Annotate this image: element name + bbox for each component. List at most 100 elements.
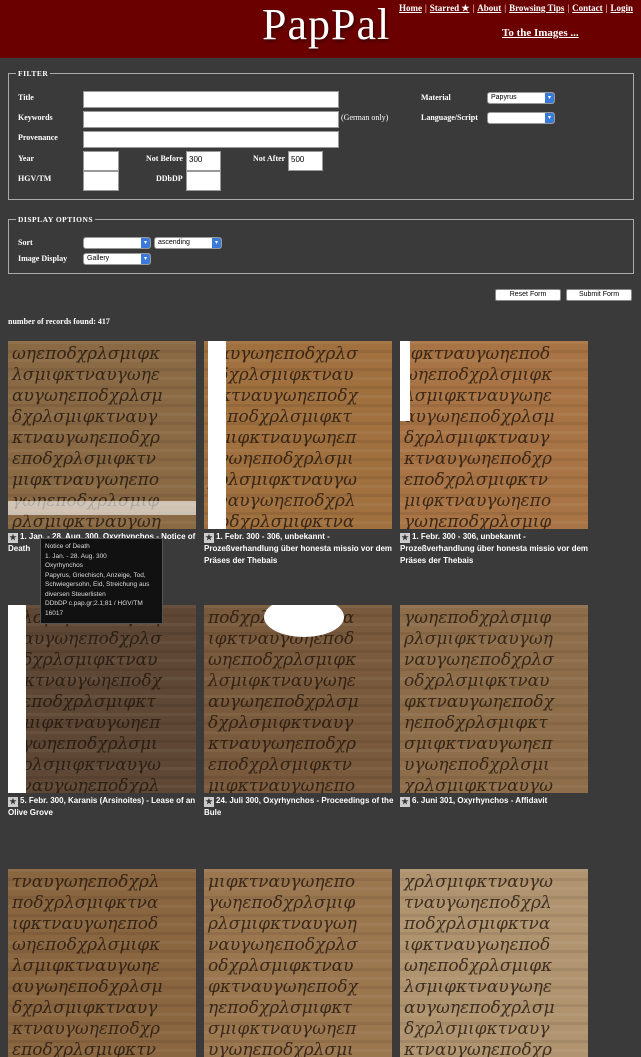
image-display-label: Image Display (18, 254, 68, 263)
not-after-input[interactable]: 500 (288, 151, 323, 171)
title-label: Title (18, 93, 34, 102)
svg-text:οδχρλσμιφκτναυ: οδχρλσμιφκτναυ (404, 671, 549, 691)
material-label: Material (421, 93, 451, 102)
display-options-legend: Display options (18, 215, 94, 224)
svg-text:φκτναυγωηεποδχ: φκτναυγωηεποδχ (404, 692, 556, 712)
svg-text:φκτναυγωηεποδχ: φκτναυγωηεποδχ (208, 386, 360, 406)
svg-text:ναυγωηεποδχρλσ: ναυγωηεποδχρλσ (208, 344, 358, 364)
svg-text:χρλσμιφκτναυγω: χρλσμιφκτναυγω (403, 776, 553, 793)
svg-text:δχρλσμιφκτναυγ: δχρλσμιφκτναυγ (12, 407, 158, 427)
papyrus-thumbnail[interactable]: τναυγωηεποδχρλ ποδχρλσμιφκτνα ιφκτναυγωηεπ… (8, 869, 196, 1057)
papyrus-thumbnail[interactable]: γωηεποδχρλσμιφ ρλσμιφκτναυγωη ναυγωηεποδχρ… (400, 605, 588, 793)
year-input[interactable] (83, 151, 119, 171)
result-caption-text: 5. Febr. 300, Karanis (Arsinoites) - Lea… (8, 796, 196, 817)
site-header: PapPal Home | Starred ★ | About | Browsing Tip… (0, 0, 641, 58)
papyrus-thumbnail[interactable]: ιφκτναυγωηεποδ ωηεποδχρλσμιφκ λσμιφκτναυγω… (400, 341, 588, 529)
keywords-note: (German only) (341, 113, 389, 122)
result-caption[interactable]: ★ 1. Febr. 300 - 306, unbekannt - Prozeßv… (400, 531, 596, 567)
svg-text:υγωηεποδχρλσμι: υγωηεποδχρλσμι (12, 734, 158, 754)
result-caption[interactable]: ★ 1. Febr. 300 - 306, unbekannt - Prozeßv… (204, 531, 400, 567)
record-tooltip: Notice of Death 1. Jan. - 28. Aug. 300 O… (40, 538, 163, 624)
papyrus-thumbnail[interactable]: ρλσμιφκτναυγωηναυγωηεποδχρλσοδχρλσμιφκτν… (8, 605, 196, 793)
papyrus-thumbnail[interactable]: ποδχρλσμιφκτναιφκτναυγωηεποδωηεποδχρλσμι… (204, 605, 392, 793)
svg-text:ηεποδχρλσμιφκτ: ηεποδχρλσμιφκτ (208, 998, 352, 1018)
star-icon[interactable]: ★ (8, 797, 18, 807)
submit-form-button[interactable]: Submit Form (566, 289, 632, 301)
not-before-label: Not Before (146, 154, 183, 163)
svg-text:μιφκτναυγωηεπο: μιφκτναυγωηεπο (208, 776, 355, 793)
papyrus-thumbnail[interactable]: ωηεποδχρλσμιφκ λσμιφκτναυγωηε αυγωηεποδχρλ… (8, 341, 196, 529)
not-before-input[interactable]: 300 (186, 151, 221, 171)
chevron-down-icon: ▾ (545, 113, 554, 123)
star-icon[interactable]: ★ (8, 533, 18, 543)
svg-text:λσμιφκτναυγωηε: λσμιφκτναυγωηε (403, 977, 552, 997)
result-caption[interactable]: ★ 5. Febr. 300, Karanis (Arsinoites) - Le… (8, 795, 204, 819)
result-caption-text: 6. Juni 301, Oxyrhynchos - Affidavit (412, 796, 548, 805)
result-caption-text: 1. Febr. 300 - 306, unbekannt - Prozeßve… (400, 532, 589, 565)
nav-login[interactable]: Login (610, 3, 633, 13)
svg-text:μιφκτναυγωηεπο: μιφκτναυγωηεπο (208, 872, 355, 892)
svg-text:ιφκτναυγωηεποδ: ιφκτναυγωηεποδ (12, 914, 158, 934)
svg-text:κτναυγωηεποδχρ: κτναυγωηεποδχρ (207, 734, 356, 754)
site-logo[interactable]: PapPal (262, 0, 390, 50)
not-after-label: Not After (253, 154, 286, 163)
sort-order-select[interactable]: ascending ▾ (154, 237, 222, 249)
result-caption-text: 24. Juli 300, Oxyrhynchos - Proceedings … (204, 796, 394, 817)
svg-text:οδχρλσμιφκτναυ: οδχρλσμιφκτναυ (208, 365, 353, 385)
year-label: Year (18, 154, 34, 163)
svg-text:υγωηεποδχρλσμι: υγωηεποδχρλσμι (208, 449, 354, 469)
svg-text:λσμιφκτναυγωηε: λσμιφκτναυγωηε (403, 386, 552, 406)
svg-text:ωηεποδχρλσμιφκ: ωηεποδχρλσμιφκ (208, 650, 356, 670)
nav-about[interactable]: About (477, 3, 501, 13)
svg-text:ιφκτναυγωηεποδ: ιφκτναυγωηεποδ (404, 935, 550, 955)
papyrus-thumbnail[interactable]: χρλσμιφκτναυγω τναυγωηεποδχρλ ποδχρλσμιφκτ… (400, 869, 588, 1057)
reset-form-button[interactable]: Reset Form (495, 289, 561, 301)
top-navigation: Home | Starred ★ | About | Browsing Tips | Conta… (398, 3, 633, 13)
star-icon[interactable]: ★ (400, 533, 410, 543)
chevron-down-icon: ▾ (141, 254, 150, 264)
to-images-link[interactable]: To the Images ... (502, 27, 579, 39)
ddbdp-input[interactable] (186, 171, 221, 191)
nav-starred[interactable]: Starred ★ (430, 3, 470, 13)
provenance-input[interactable] (83, 131, 339, 148)
papyrus-thumbnail[interactable]: ναυγωηεποδχρλσ οδχρλσμιφκτναυ φκτναυγωηεπο… (204, 341, 392, 529)
svg-text:κτναυγωηεποδχρ: κτναυγωηεποδχρ (11, 1019, 160, 1039)
result-caption[interactable]: ★ 6. Juni 301, Oxyrhynchos - Affidavit (400, 795, 596, 807)
svg-text:υγωηεποδχρλσμι: υγωηεποδχρλσμι (208, 1040, 354, 1057)
star-icon[interactable]: ★ (400, 797, 410, 807)
result-caption[interactable]: ★ 24. Juli 300, Oxyrhynchos - Proceedings… (204, 795, 400, 819)
svg-text:ηεποδχρλσμιφκτ: ηεποδχρλσμιφκτ (208, 407, 352, 427)
svg-text:τναυγωηεποδχρλ: τναυγωηεποδχρλ (208, 491, 356, 511)
hgv-input[interactable] (83, 171, 119, 191)
sort-label: Sort (18, 238, 33, 247)
star-icon[interactable]: ★ (204, 797, 214, 807)
image-display-select[interactable]: Gallery ▾ (83, 253, 151, 265)
hgv-label: HGV/TM (18, 174, 52, 183)
svg-text:δχρλσμιφκτναυγ: δχρλσμιφκτναυγ (404, 428, 550, 448)
keywords-label: Keywords (18, 113, 53, 122)
svg-text:ναυγωηεποδχρλσ: ναυγωηεποδχρλσ (404, 650, 554, 670)
language-select[interactable]: ▾ (487, 112, 555, 124)
nav-browsing-tips[interactable]: Browsing Tips (509, 3, 564, 13)
svg-text:χρλσμιφκτναυγω: χρλσμιφκτναυγω (403, 872, 553, 892)
svg-text:μιφκτναυγωηεπο: μιφκτναυγωηεπο (12, 470, 159, 490)
svg-text:γωηεποδχρλσμιφ: γωηεποδχρλσμιφ (404, 512, 551, 529)
svg-text:αυγωηεποδχρλσμ: αυγωηεποδχρλσμ (404, 998, 555, 1018)
svg-text:σμιφκτναυγωηεπ: σμιφκτναυγωηεπ (208, 1019, 357, 1039)
papyrus-thumbnail[interactable]: μιφκτναυγωηεπο γωηεποδχρλσμιφ ρλσμιφκτναυγ… (204, 869, 392, 1057)
svg-text:γωηεποδχρλσμιφ: γωηεποδχρλσμιφ (208, 893, 355, 913)
svg-text:κτναυγωηεποδχρ: κτναυγωηεποδχρ (403, 449, 552, 469)
nav-contact[interactable]: Contact (572, 3, 603, 13)
svg-text:γωηεποδχρλσμιφ: γωηεποδχρλσμιφ (404, 608, 551, 628)
svg-text:σμιφκτναυγωηεπ: σμιφκτναυγωηεπ (208, 428, 357, 448)
svg-text:φκτναυγωηεποδχ: φκτναυγωηεποδχ (12, 671, 164, 691)
ddbdp-label: DDbDP (156, 174, 183, 183)
result-caption-text: 1. Febr. 300 - 306, unbekannt - Prozeßve… (204, 532, 393, 565)
nav-home[interactable]: Home (399, 3, 422, 13)
material-select[interactable]: Papyrus ▾ (487, 92, 555, 104)
keywords-input[interactable] (83, 111, 339, 128)
sort-select[interactable]: ▾ (83, 237, 151, 249)
star-icon[interactable]: ★ (204, 533, 214, 543)
title-input[interactable] (83, 91, 339, 108)
svg-text:χρλσμιφκτναυγω: χρλσμιφκτναυγω (207, 470, 357, 490)
